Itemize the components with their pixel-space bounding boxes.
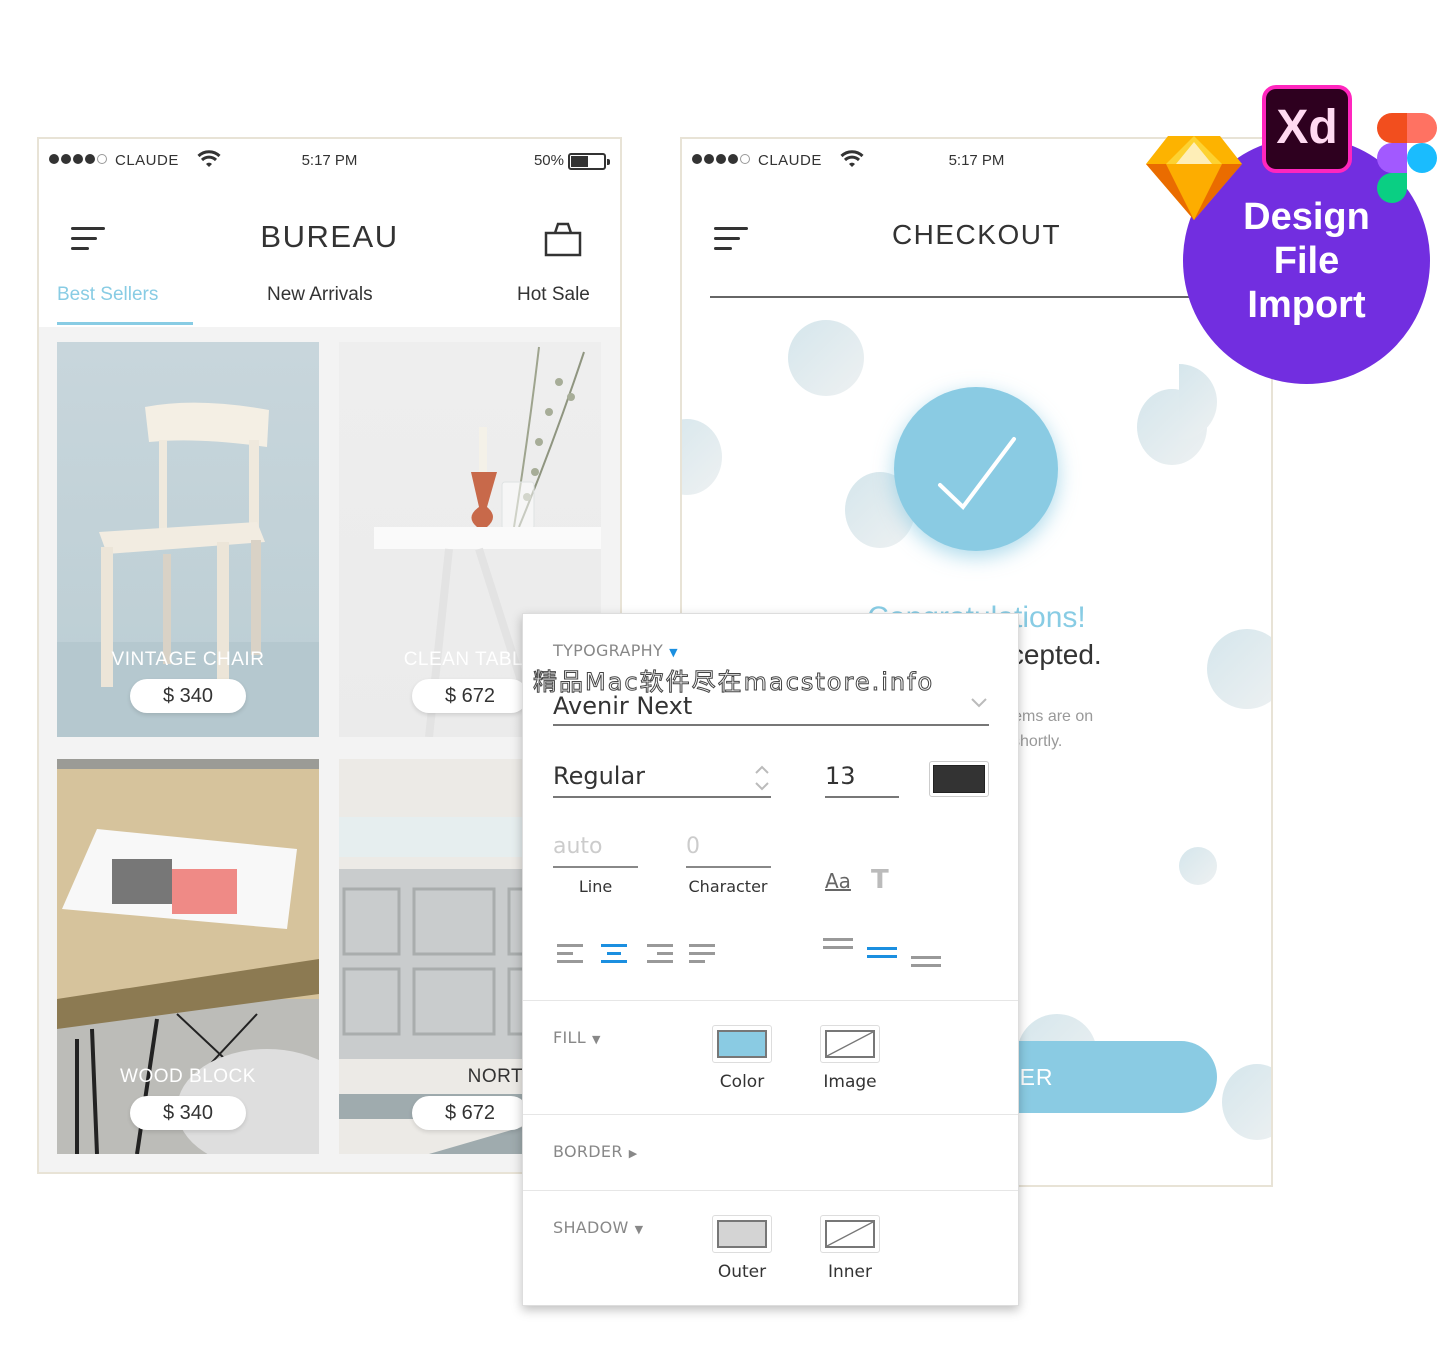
- image-placeholder-icon: [826, 1031, 874, 1057]
- fill-image-label: Image: [823, 1072, 877, 1092]
- fill-color-option[interactable]: [712, 1025, 772, 1063]
- character-spacing-input[interactable]: 0: [686, 834, 771, 868]
- product-card[interactable]: VINTAGE CHAIR $ 340: [57, 342, 319, 737]
- line-spacing-label: Line: [578, 877, 613, 896]
- shadow-inner-option[interactable]: [820, 1215, 880, 1253]
- sketch-logo-icon: [1146, 136, 1242, 220]
- valign-middle-icon[interactable]: [867, 947, 899, 967]
- stepper-icon: [755, 765, 769, 791]
- decorative-bubble: [1179, 847, 1217, 885]
- page-title: BUREAU: [260, 219, 399, 254]
- product-price: $ 340: [130, 1096, 246, 1130]
- section-typography-toggle[interactable]: TYPOGRAPHY ▼: [553, 641, 678, 660]
- font-family-value: Avenir Next: [553, 692, 693, 720]
- caret-right-icon: ▶: [628, 1147, 638, 1160]
- section-divider: [523, 1000, 1018, 1001]
- nav-bar: BUREAU: [39, 209, 620, 269]
- line-spacing-input[interactable]: auto: [553, 834, 638, 868]
- decorative-bubble: [1179, 364, 1217, 440]
- header-divider: [710, 296, 1243, 298]
- wood-table-photo: [57, 759, 319, 1154]
- font-weight-value: Regular: [553, 762, 646, 790]
- product-name: WOOD BLOCK: [120, 1066, 256, 1087]
- status-bar: CLAUDE 5:17 PM 50%: [39, 149, 620, 173]
- tab-new-arrivals[interactable]: New Arrivals: [267, 284, 373, 306]
- badge-line: File: [1273, 240, 1340, 282]
- shadow-outer-label: Outer: [717, 1262, 767, 1282]
- section-label: SHADOW: [553, 1218, 629, 1237]
- valign-top-icon[interactable]: [823, 938, 855, 958]
- section-label: BORDER: [553, 1142, 623, 1161]
- battery-icon: [568, 153, 610, 170]
- decorative-bubble: [682, 419, 722, 495]
- tab-best-sellers[interactable]: Best Sellers: [57, 284, 158, 306]
- align-center-icon[interactable]: [601, 944, 629, 964]
- text-color-swatch[interactable]: [929, 761, 989, 797]
- align-left-icon[interactable]: [557, 944, 585, 964]
- chevron-down-icon: [971, 698, 987, 708]
- image-placeholder-icon: [826, 1221, 874, 1247]
- shopping-bag-icon[interactable]: [544, 221, 582, 257]
- figma-logo-icon: [1377, 113, 1437, 203]
- checkmark-icon: [938, 437, 1016, 511]
- tab-hot-sale[interactable]: Hot Sale: [517, 284, 590, 306]
- adobe-xd-logo-icon: Xd: [1262, 85, 1352, 173]
- caret-down-icon: ▼: [591, 1033, 601, 1046]
- font-weight-select[interactable]: Regular: [553, 762, 771, 798]
- align-right-icon[interactable]: [647, 944, 675, 964]
- clock: 5:17 PM: [301, 152, 358, 169]
- product-price: $ 672: [412, 679, 528, 713]
- section-border-toggle[interactable]: BORDER ▶: [553, 1142, 638, 1161]
- active-tab-indicator: [57, 322, 193, 325]
- category-tabs: Best Sellers New Arrivals Hot Sale: [39, 284, 620, 329]
- caret-down-icon: ▼: [634, 1223, 644, 1236]
- character-spacing-label: Character: [688, 877, 768, 896]
- text-case-icon[interactable]: Aa: [825, 869, 851, 893]
- chair-photo: [57, 402, 319, 737]
- section-label: TYPOGRAPHY: [553, 641, 664, 660]
- caret-down-icon: ▼: [669, 646, 678, 659]
- section-divider: [523, 1190, 1018, 1191]
- badge-line: Import: [1247, 284, 1366, 326]
- battery-percentage: 50%: [533, 152, 564, 169]
- text-style-icon[interactable]: T: [871, 865, 889, 895]
- product-price: $ 340: [130, 679, 246, 713]
- section-divider: [523, 1114, 1018, 1115]
- product-name: VINTAGE CHAIR: [111, 649, 265, 670]
- section-fill-toggle[interactable]: FILL ▼: [553, 1028, 601, 1047]
- shadow-outer-option[interactable]: [712, 1215, 772, 1253]
- decorative-bubble: [1222, 1064, 1271, 1140]
- properties-panel: TYPOGRAPHY ▼ 精品Mac软件尽在macstore.info Aveni…: [522, 613, 1019, 1306]
- fill-image-option[interactable]: [820, 1025, 880, 1063]
- align-justify-icon[interactable]: [689, 944, 717, 964]
- success-checkmark: [894, 387, 1058, 551]
- product-price: $ 672: [412, 1096, 528, 1130]
- decorative-bubble: [788, 320, 864, 396]
- product-card[interactable]: WOOD BLOCK $ 340: [57, 759, 319, 1154]
- section-label: FILL: [553, 1028, 586, 1047]
- font-family-select[interactable]: Avenir Next: [553, 692, 989, 726]
- valign-bottom-icon[interactable]: [911, 956, 943, 976]
- font-size-input[interactable]: 13: [825, 762, 899, 798]
- shadow-inner-label: Inner: [827, 1262, 872, 1282]
- section-shadow-toggle[interactable]: SHADOW ▼: [553, 1218, 643, 1237]
- fill-color-label: Color: [719, 1072, 765, 1092]
